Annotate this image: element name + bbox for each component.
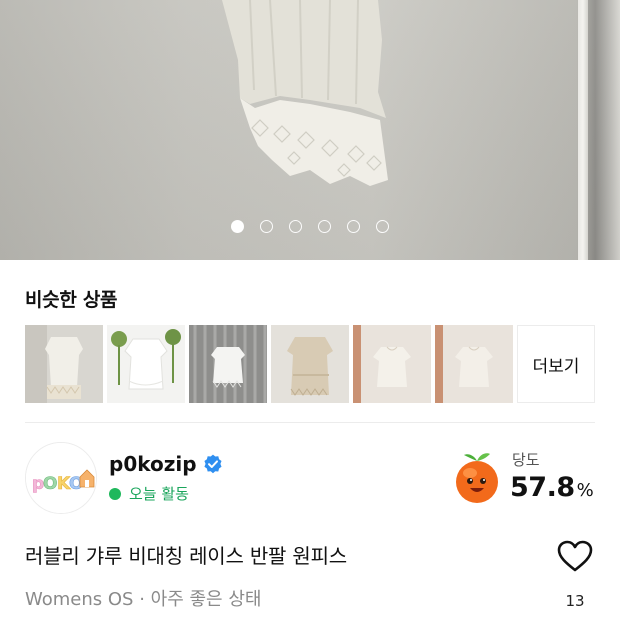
carousel-dot[interactable] bbox=[318, 220, 331, 233]
similar-product-thumbnail[interactable] bbox=[271, 325, 349, 403]
more-similar-products-button[interactable]: 더보기 bbox=[517, 325, 595, 403]
product-meta: Womens OS · 아주 좋은 상태 bbox=[25, 589, 262, 610]
similar-products-list: 더보기 bbox=[25, 325, 595, 403]
peach-icon bbox=[456, 453, 498, 503]
similar-products-heading: 비슷한 상품 bbox=[25, 289, 118, 311]
seller-logo: p O K O bbox=[26, 443, 96, 513]
carousel-dot[interactable] bbox=[260, 220, 273, 233]
online-status-dot bbox=[109, 487, 121, 500]
activity-text: 오늘 활동 bbox=[129, 485, 189, 503]
carousel-dot[interactable] bbox=[347, 220, 360, 233]
sweetness-score: 57.8% bbox=[510, 472, 594, 503]
product-photo-dress bbox=[222, 0, 388, 186]
sweetness-value: 57.8 bbox=[510, 472, 575, 503]
product-title: 러블리 갸루 비대칭 레이스 반팔 원피스 bbox=[25, 544, 347, 568]
similar-product-thumbnail[interactable] bbox=[353, 325, 431, 403]
sweetness-label: 당도 bbox=[512, 451, 540, 469]
similar-product-thumbnail[interactable] bbox=[107, 325, 185, 403]
carousel-dot-active[interactable] bbox=[231, 220, 244, 233]
similar-product-thumbnail[interactable] bbox=[25, 325, 103, 403]
seller-name-row[interactable]: p0kozip bbox=[109, 452, 223, 476]
heart-outline-icon[interactable] bbox=[556, 539, 594, 573]
carousel-dot[interactable] bbox=[289, 220, 302, 233]
seller-name[interactable]: p0kozip bbox=[109, 452, 197, 476]
similar-product-thumbnail[interactable] bbox=[435, 325, 513, 403]
verified-check-icon bbox=[203, 454, 222, 474]
svg-text:O: O bbox=[43, 474, 57, 494]
carousel-dot[interactable] bbox=[376, 220, 389, 233]
product-image-carousel[interactable] bbox=[0, 0, 620, 260]
section-divider bbox=[25, 422, 595, 423]
seller-avatar[interactable]: p O K O bbox=[25, 442, 97, 514]
seller-activity-status: 오늘 활동 bbox=[109, 483, 189, 504]
carousel-pagination bbox=[0, 220, 620, 233]
like-count: 13 bbox=[565, 592, 585, 610]
similar-product-thumbnail[interactable] bbox=[189, 325, 267, 403]
sweetness-unit: % bbox=[576, 480, 594, 501]
